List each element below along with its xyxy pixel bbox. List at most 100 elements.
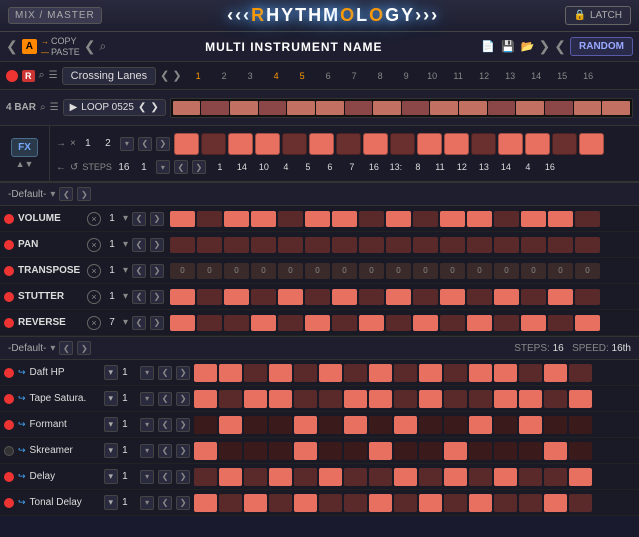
fm-11[interactable] xyxy=(444,416,467,434)
pr-block-9[interactable] xyxy=(402,101,430,115)
sk-6[interactable] xyxy=(319,442,342,460)
vb-15[interactable] xyxy=(548,211,573,227)
ts-7[interactable] xyxy=(344,390,367,408)
tonal-delay-left[interactable]: ❮ xyxy=(158,496,172,510)
daft-hp-left[interactable]: ❮ xyxy=(158,366,172,380)
skreamer-record[interactable] xyxy=(4,446,14,456)
pb-16[interactable] xyxy=(575,237,600,253)
tape-dropdown[interactable]: ▾ xyxy=(104,391,119,406)
tonal-delay-down[interactable]: ▾ xyxy=(140,496,154,510)
vb-2[interactable] xyxy=(197,211,222,227)
fm-5[interactable] xyxy=(294,416,317,434)
effects-nav-right[interactable]: ❯ xyxy=(77,341,91,355)
fm-9[interactable] xyxy=(394,416,417,434)
sb-15[interactable] xyxy=(548,289,573,305)
loop-block-14[interactable] xyxy=(525,133,550,155)
sb-1[interactable] xyxy=(170,289,195,305)
sk-13[interactable] xyxy=(494,442,517,460)
step-3[interactable]: 3 xyxy=(238,71,263,81)
tonal-delay-right[interactable]: ❯ xyxy=(176,496,190,510)
mix-master-label[interactable]: MIX / MASTER xyxy=(8,7,102,24)
rb-1[interactable] xyxy=(170,315,195,331)
steps-down[interactable]: ▾ xyxy=(156,160,170,174)
sk-2[interactable] xyxy=(219,442,242,460)
dl-12[interactable] xyxy=(469,468,492,486)
pattern-name[interactable]: Crossing Lanes xyxy=(62,67,156,85)
left-chevron[interactable]: ❮ xyxy=(6,38,18,55)
formant-down[interactable]: ▾ xyxy=(140,418,154,432)
copy-label[interactable]: COPY xyxy=(51,36,77,46)
dh-13[interactable] xyxy=(494,364,517,382)
pan-left[interactable]: ❮ xyxy=(132,238,146,252)
rb-2[interactable] xyxy=(197,315,222,331)
piano-roll[interactable] xyxy=(170,98,633,118)
formant-dropdown[interactable]: ▾ xyxy=(104,417,119,432)
delay-down[interactable]: ▾ xyxy=(140,470,154,484)
dl-16[interactable] xyxy=(569,468,592,486)
vb-3[interactable] xyxy=(224,211,249,227)
folder-icon[interactable]: 📂 xyxy=(521,40,535,53)
vb-14[interactable] xyxy=(521,211,546,227)
sb-8[interactable] xyxy=(359,289,384,305)
vb-8[interactable] xyxy=(359,211,384,227)
reverse-right[interactable]: ❯ xyxy=(150,316,164,330)
dh-8[interactable] xyxy=(369,364,392,382)
volume-dropdown[interactable]: ▾ xyxy=(123,213,128,224)
tz-8[interactable]: 0 xyxy=(359,263,384,279)
fm-4[interactable] xyxy=(269,416,292,434)
pr-block-11[interactable] xyxy=(459,101,487,115)
stutter-left[interactable]: ❮ xyxy=(132,290,146,304)
step-1[interactable]: 1 xyxy=(186,71,211,81)
vb-10[interactable] xyxy=(413,211,438,227)
pr-block-16[interactable] xyxy=(602,101,630,115)
td-5[interactable] xyxy=(294,494,317,512)
steps-left[interactable]: ❮ xyxy=(174,160,188,174)
td-3[interactable] xyxy=(244,494,267,512)
pb-12[interactable] xyxy=(467,237,492,253)
pr-block-14[interactable] xyxy=(545,101,573,115)
sk-5[interactable] xyxy=(294,442,317,460)
dh-16[interactable] xyxy=(569,364,592,382)
sk-8[interactable] xyxy=(369,442,392,460)
delay-record[interactable] xyxy=(4,472,14,482)
loop-menu-icon[interactable]: ☰ xyxy=(50,102,59,113)
document-icon[interactable]: 📄 xyxy=(481,40,495,53)
paste-label[interactable]: PASTE xyxy=(51,47,80,57)
dl-1[interactable] xyxy=(194,468,217,486)
transpose-left[interactable]: ❮ xyxy=(132,264,146,278)
pr-block-12[interactable] xyxy=(488,101,516,115)
tape-down[interactable]: ▾ xyxy=(140,392,154,406)
step-14[interactable]: 14 xyxy=(524,71,549,81)
volume-x-btn[interactable]: × xyxy=(87,212,101,226)
sk-9[interactable] xyxy=(394,442,417,460)
tz-5[interactable]: 0 xyxy=(278,263,303,279)
sb-2[interactable] xyxy=(197,289,222,305)
rb-9[interactable] xyxy=(386,315,411,331)
tz-10[interactable]: 0 xyxy=(413,263,438,279)
sb-13[interactable] xyxy=(494,289,519,305)
td-8[interactable] xyxy=(369,494,392,512)
step-8[interactable]: 8 xyxy=(368,71,393,81)
pr-block-3[interactable] xyxy=(230,101,258,115)
tz-12[interactable]: 0 xyxy=(467,263,492,279)
loop-block-8[interactable] xyxy=(363,133,388,155)
reverse-x-btn[interactable]: × xyxy=(87,316,101,330)
dl-3[interactable] xyxy=(244,468,267,486)
vb-7[interactable] xyxy=(332,211,357,227)
pr-block-15[interactable] xyxy=(574,101,602,115)
rb-15[interactable] xyxy=(548,315,573,331)
ts-4[interactable] xyxy=(269,390,292,408)
dl-6[interactable] xyxy=(319,468,342,486)
td-1[interactable] xyxy=(194,494,217,512)
step-11[interactable]: 11 xyxy=(446,71,471,81)
ts-16[interactable] xyxy=(569,390,592,408)
step-6[interactable]: 6 xyxy=(316,71,341,81)
td-14[interactable] xyxy=(519,494,542,512)
vb-12[interactable] xyxy=(467,211,492,227)
pb-13[interactable] xyxy=(494,237,519,253)
params-dropdown-arrow[interactable]: ▾ xyxy=(50,189,55,200)
ts-1[interactable] xyxy=(194,390,217,408)
skreamer-down[interactable]: ▾ xyxy=(140,444,154,458)
tape-right[interactable]: ❯ xyxy=(176,392,190,406)
instrument-name[interactable]: MULTI INSTRUMENT NAME xyxy=(110,40,477,54)
